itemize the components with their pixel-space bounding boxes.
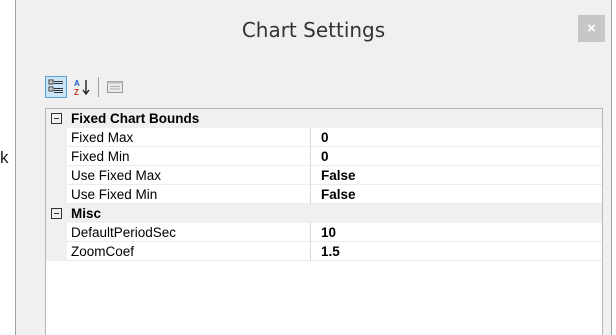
alphabetical-view-button[interactable]: A Z <box>71 76 93 98</box>
property-grid-toolbar: A Z <box>45 74 130 100</box>
property-grid[interactable]: Fixed Chart Bounds Fixed Max 0 Fixed Min 0 Us… <box>45 108 603 335</box>
category-row[interactable]: Misc <box>46 204 602 223</box>
property-value[interactable]: False <box>311 185 602 204</box>
property-name: DefaultPeriodSec <box>67 223 311 242</box>
category-label: Fixed Chart Bounds <box>71 111 200 126</box>
row-gutter <box>46 147 67 166</box>
collapse-icon[interactable] <box>51 208 62 219</box>
property-value[interactable]: 0 <box>311 128 602 147</box>
close-icon: × <box>587 20 596 37</box>
property-row[interactable]: Use Fixed Min False <box>46 185 602 204</box>
svg-text:Z: Z <box>74 88 79 96</box>
category-row[interactable]: Fixed Chart Bounds <box>46 109 602 128</box>
background-text-fragment: k <box>0 148 9 167</box>
categorized-icon <box>48 79 63 93</box>
property-pages-button[interactable] <box>104 76 126 98</box>
sort-az-icon: A Z <box>74 79 90 96</box>
close-button[interactable]: × <box>578 15 605 42</box>
property-row[interactable]: Fixed Max 0 <box>46 128 602 147</box>
property-value[interactable]: 0 <box>311 147 602 166</box>
property-pages-icon <box>107 81 123 93</box>
property-row[interactable]: Use Fixed Max False <box>46 166 602 185</box>
property-row[interactable]: Fixed Min 0 <box>46 147 602 166</box>
row-gutter <box>46 242 67 261</box>
svg-text:A: A <box>74 79 80 88</box>
chart-settings-dialog: Chart Settings × A Z Fixed Chart Bounds … <box>15 0 612 335</box>
row-gutter <box>46 128 67 147</box>
property-name: ZoomCoef <box>67 242 311 261</box>
toolbar-separator <box>98 77 99 97</box>
title-bar[interactable]: Chart Settings × <box>16 0 611 60</box>
property-value[interactable]: 1.5 <box>311 242 602 261</box>
property-name: Use Fixed Max <box>67 166 311 185</box>
row-gutter <box>46 223 67 242</box>
property-row[interactable]: DefaultPeriodSec 10 <box>46 223 602 242</box>
category-label: Misc <box>71 206 102 221</box>
property-value[interactable]: 10 <box>311 223 602 242</box>
property-value[interactable]: False <box>311 166 602 185</box>
dialog-title: Chart Settings <box>241 18 386 42</box>
property-name: Fixed Max <box>67 128 311 147</box>
row-gutter <box>46 166 67 185</box>
property-name: Fixed Min <box>67 147 311 166</box>
collapse-icon[interactable] <box>51 113 62 124</box>
categorized-view-button[interactable] <box>45 76 67 98</box>
property-name: Use Fixed Min <box>67 185 311 204</box>
property-row[interactable]: ZoomCoef 1.5 <box>46 242 602 261</box>
row-gutter <box>46 185 67 204</box>
